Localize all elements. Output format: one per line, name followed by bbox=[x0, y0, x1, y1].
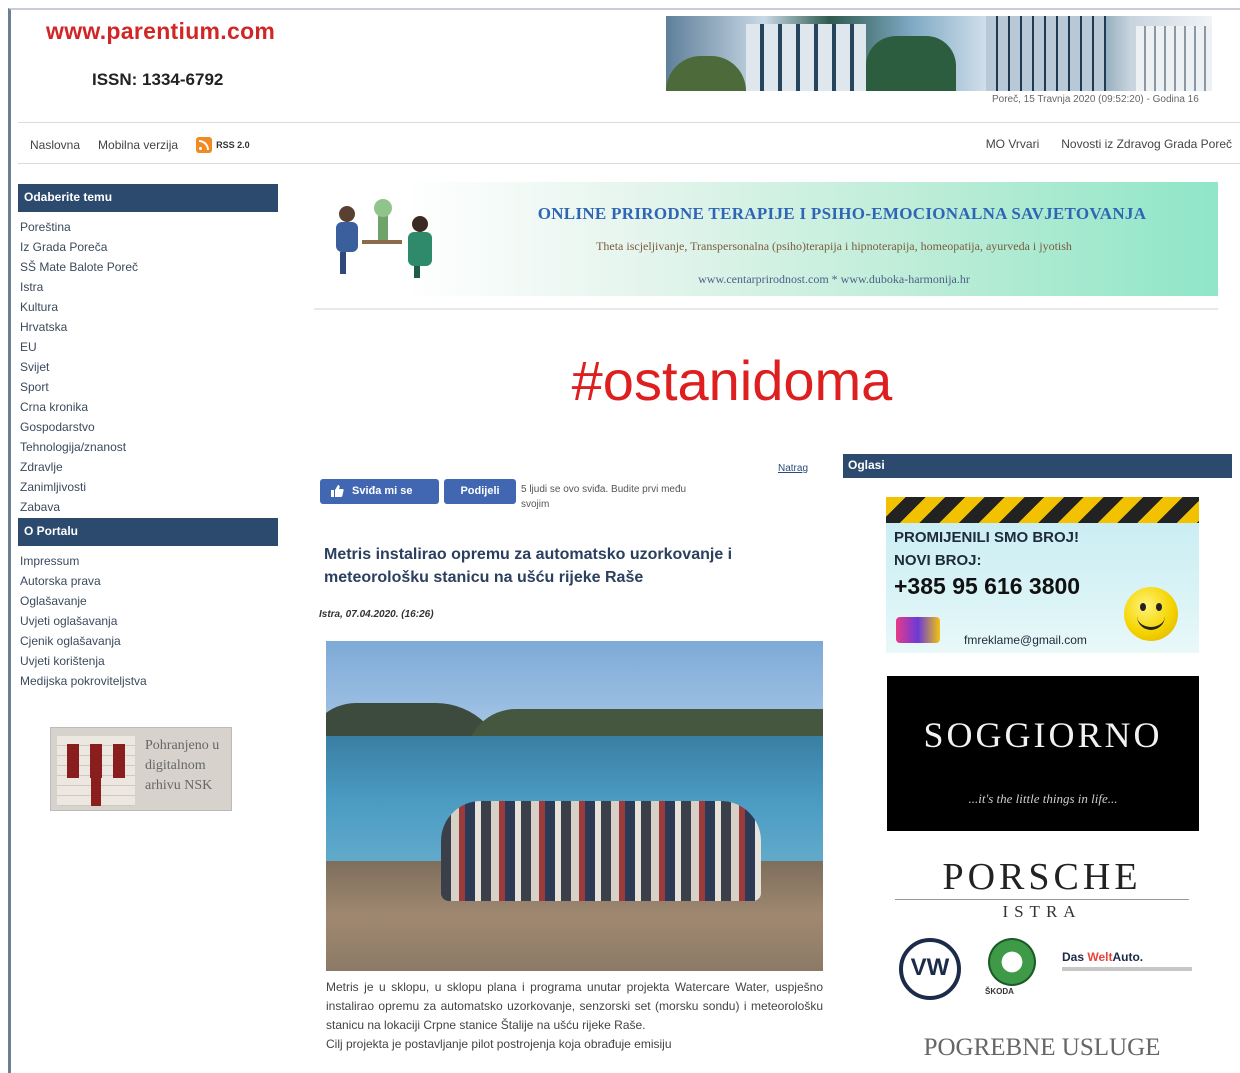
nav-link-zdravi-grad[interactable]: Novosti iz Zdravog Grada Poreč bbox=[1061, 137, 1232, 151]
sidebar-item-sport[interactable]: Sport bbox=[20, 377, 138, 397]
therapy-ad-subtitle: Theta iscjeljivanje, Transpersonalna (ps… bbox=[596, 239, 1072, 253]
counseling-illustration-icon bbox=[336, 199, 432, 278]
sidebar-item-pokroviteljstva[interactable]: Medijska pokroviteljstva bbox=[20, 671, 147, 691]
nsk-archive-badge[interactable]: Pohranjeno u digitalnom arhivu NSK bbox=[50, 727, 232, 811]
top-navigation: Naslovna Mobilna verzija RSS 2.0 MO Vrva… bbox=[18, 122, 1240, 164]
sidebar-portal-heading: O Portalu bbox=[18, 518, 278, 546]
das-weltauto-logo[interactable]: Das WeltAuto. bbox=[1062, 950, 1143, 964]
smiley-icon bbox=[1124, 587, 1178, 641]
rss-icon bbox=[196, 137, 213, 153]
article-paragraph-1: Metris je u sklopu, u sklopu plana i pro… bbox=[326, 980, 823, 1032]
soggiorno-tagline: ...it's the little things in life... bbox=[968, 791, 1118, 806]
sidebar-item-oglasavanje[interactable]: Oglašavanje bbox=[20, 591, 147, 611]
soggiorno-ad[interactable]: SOGGIORNO ...it's the little things in l… bbox=[887, 676, 1199, 831]
nsk-emblem-icon bbox=[57, 736, 135, 806]
sidebar-item-uvjeti-koristenja[interactable]: Uvjeti korištenja bbox=[20, 651, 147, 671]
therapy-ad-banner[interactable]: ONLINE PRIRODNE TERAPIJE I PSIHO-EMOCION… bbox=[314, 182, 1218, 296]
facebook-like-button[interactable]: Sviđa mi se bbox=[320, 479, 439, 504]
sidebar-item-kultura[interactable]: Kultura bbox=[20, 297, 138, 317]
archive-text: Pohranjeno u digitalnom arhivu NSK bbox=[145, 738, 220, 793]
volkswagen-logo-icon[interactable] bbox=[899, 938, 961, 1000]
article-photo bbox=[326, 641, 823, 971]
soggiorno-name: SOGGIORNO bbox=[923, 715, 1163, 755]
current-date: Poreč, 15 Travnja 2020 (09:52:20) - Godi… bbox=[992, 94, 1199, 105]
sidebar-themes-list: Poreština Iz Grada Poreča SŠ Mate Balote… bbox=[20, 217, 138, 517]
sidebar-item-istra[interactable]: Istra bbox=[20, 277, 138, 297]
facebook-share-button[interactable]: Podijeli bbox=[444, 479, 516, 504]
nav-link-naslovna[interactable]: Naslovna bbox=[30, 138, 80, 152]
sidebar-portal-list: Impressum Autorska prava Oglašavanje Uvj… bbox=[20, 551, 147, 691]
nav-link-mobilna[interactable]: Mobilna verzija bbox=[98, 138, 178, 152]
sidebar-item-tehnologija[interactable]: Tehnologija/znanost bbox=[20, 437, 138, 457]
sidebar-item-zabava[interactable]: Zabava bbox=[20, 497, 138, 517]
therapy-ad-links[interactable]: www.centarprirodnost.com * www.duboka-ha… bbox=[464, 272, 1204, 287]
funeral-services-ad[interactable]: POGREBNE USLUGE bbox=[895, 1034, 1189, 1062]
article-body: Metris je u sklopu, u sklopu plana i pro… bbox=[326, 978, 823, 1054]
header-banner-image bbox=[666, 16, 1212, 91]
porsche-brand[interactable]: PORSCHE bbox=[895, 855, 1189, 899]
sidebar-themes-heading: Odaberite temu bbox=[18, 184, 278, 212]
sidebar-item-autorska-prava[interactable]: Autorska prava bbox=[20, 571, 147, 591]
sidebar-item-zanimljivosti[interactable]: Zanimljivosti bbox=[20, 477, 138, 497]
porsche-istra: ISTRA bbox=[895, 899, 1189, 922]
stay-home-hashtag: #ostanidoma bbox=[571, 349, 893, 412]
rss-label: RSS 2.0 bbox=[216, 140, 250, 150]
therapy-ad-title: ONLINE PRIRODNE TERAPIJE I PSIHO-EMOCION… bbox=[537, 204, 1147, 223]
sidebar-item-cjenik[interactable]: Cjenik oglašavanja bbox=[20, 631, 147, 651]
sidebar-item-iz-grada-poreca[interactable]: Iz Grada Poreča bbox=[20, 237, 138, 257]
nav-link-mo-vrvari[interactable]: MO Vrvari bbox=[986, 137, 1040, 151]
issn-label: ISSN: 1334-6792 bbox=[92, 70, 224, 89]
radio-ad-line2: NOVI BROJ: bbox=[894, 552, 982, 569]
das-weltauto-tagline bbox=[1062, 967, 1192, 971]
radio-ad-line1: PROMIJENILI SMO BROJ! bbox=[894, 529, 1080, 546]
ads-heading: Oglasi bbox=[843, 454, 1232, 478]
warning-tape bbox=[886, 497, 1199, 523]
sidebar-item-zdravlje[interactable]: Zdravlje bbox=[20, 457, 138, 477]
article-paragraph-2: Cilj projekta je postavljanje pilot post… bbox=[326, 1037, 672, 1051]
article-title: Metris instalirao opremu za automatsko u… bbox=[324, 546, 733, 586]
sidebar-item-crna-kronika[interactable]: Crna kronika bbox=[20, 397, 138, 417]
skoda-logo-icon[interactable] bbox=[988, 938, 1036, 986]
sidebar-item-ss-mate-balote[interactable]: SŠ Mate Balote Poreč bbox=[20, 257, 138, 277]
radio-logo-icon bbox=[896, 617, 940, 643]
radio-number-ad[interactable]: PROMIJENILI SMO BROJ! NOVI BROJ: +385 95… bbox=[886, 497, 1199, 653]
sidebar-item-porestina[interactable]: Poreština bbox=[20, 217, 138, 237]
sidebar-item-eu[interactable]: EU bbox=[20, 337, 138, 357]
radio-ad-phone: +385 95 616 3800 bbox=[894, 573, 1081, 599]
skoda-label: ŠKODA bbox=[985, 987, 1014, 996]
thumbs-up-icon bbox=[331, 485, 344, 497]
content-divider bbox=[314, 308, 1218, 310]
sidebar-item-impressum[interactable]: Impressum bbox=[20, 551, 147, 571]
sidebar-item-gospodarstvo[interactable]: Gospodarstvo bbox=[20, 417, 138, 437]
like-label: Sviđa mi se bbox=[352, 485, 413, 497]
article-meta: Istra, 07.04.2020. (16:26) bbox=[319, 609, 434, 620]
site-logo[interactable]: www.parentium.com bbox=[46, 18, 275, 45]
back-link[interactable]: Natrag bbox=[778, 463, 808, 474]
sidebar-item-hrvatska[interactable]: Hrvatska bbox=[20, 317, 138, 337]
facebook-social-text: 5 ljudi se ovo sviđa. Budite prvi među s… bbox=[521, 484, 687, 510]
radio-ad-email: fmreklame@gmail.com bbox=[964, 633, 1087, 647]
rss-link[interactable]: RSS 2.0 bbox=[196, 137, 250, 153]
sidebar-item-svijet[interactable]: Svijet bbox=[20, 357, 138, 377]
sidebar-item-uvjeti-oglasavanja[interactable]: Uvjeti oglašavanja bbox=[20, 611, 147, 631]
